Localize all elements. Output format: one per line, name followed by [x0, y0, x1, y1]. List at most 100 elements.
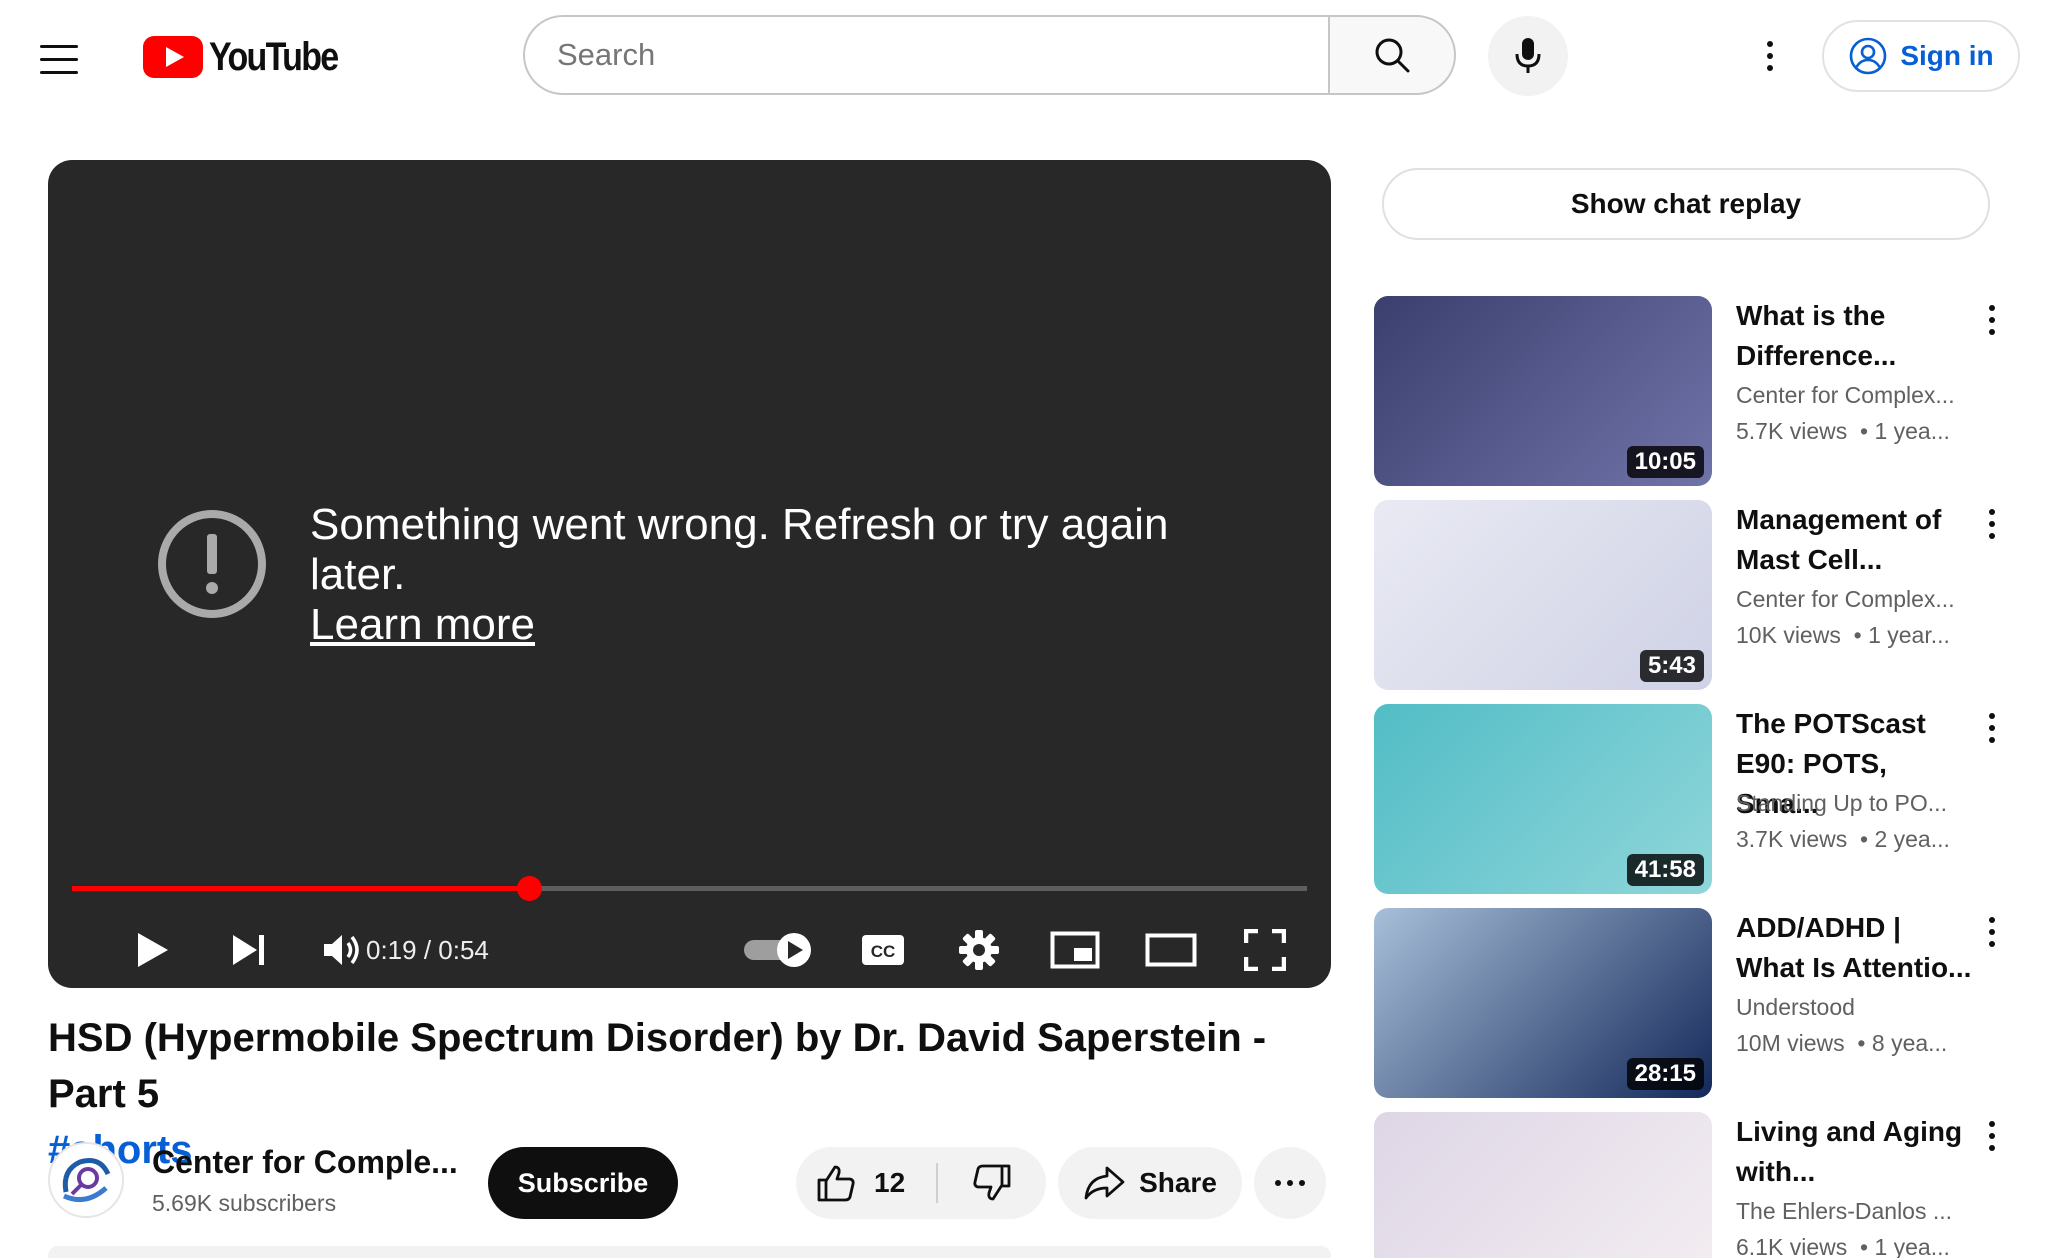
duration-badge: 5:43 — [1639, 650, 1704, 682]
captions-button[interactable]: CC — [848, 910, 918, 988]
progress-played — [72, 886, 529, 891]
time-separator: / — [416, 934, 439, 965]
recommendation-menu-button[interactable] — [1970, 1114, 2014, 1158]
recommendation-item[interactable]: 10:05 What is the Difference... Center f… — [1374, 296, 2024, 486]
owner-row: Center for Comple... 5.69K subscribers S… — [48, 1140, 1338, 1220]
progress-bar[interactable] — [72, 876, 1307, 901]
volume-icon — [324, 935, 359, 965]
recommendation-item[interactable]: 5:43 Management of Mast Cell... Center f… — [1374, 500, 2024, 690]
dislike-button[interactable] — [938, 1147, 1046, 1219]
share-label: Share — [1139, 1167, 1217, 1198]
share-button[interactable]: Share — [1058, 1147, 1242, 1219]
upload-age: 1 yea... — [1874, 1234, 1950, 1258]
upload-age: 8 yea... — [1871, 1030, 1948, 1056]
like-dislike-group: 12 — [796, 1147, 1046, 1219]
more-actions-button[interactable] — [1254, 1147, 1326, 1219]
fullscreen-icon — [1244, 929, 1286, 971]
theater-mode-button[interactable] — [1134, 910, 1208, 988]
show-chat-replay-button[interactable]: Show chat replay — [1382, 168, 1990, 240]
like-button[interactable]: 12 — [796, 1147, 936, 1219]
recommendation-title[interactable]: Living and Aging with... — [1736, 1112, 1976, 1192]
recommendation-meta: 3.7K views • 2 yea... — [1736, 826, 1950, 852]
recommendation-title[interactable]: What is the Difference... — [1736, 296, 1976, 376]
upload-age: 2 yea... — [1874, 826, 1950, 852]
recommendation-meta: 6.1K views • 1 yea... — [1736, 1234, 1950, 1258]
video-thumbnail[interactable]: 10:05 — [1374, 296, 1712, 486]
video-thumbnail[interactable]: 5:43 — [1374, 500, 1712, 690]
channel-name[interactable]: Center for Comple... — [152, 1144, 458, 1181]
progress-scrubber[interactable] — [516, 876, 542, 901]
more-vert-icon — [1989, 713, 1995, 743]
video-player[interactable]: Something went wrong. Refresh or try aga… — [48, 160, 1331, 988]
recommendation-item[interactable]: Living and Aging with... The Ehlers-Danl… — [1374, 1112, 2024, 1258]
play-icon — [138, 933, 168, 967]
duration-badge: 28:15 — [1626, 1058, 1704, 1090]
sign-in-button[interactable]: Sign in — [1822, 20, 2020, 92]
subscribe-button[interactable]: Subscribe — [488, 1147, 678, 1219]
youtube-logo[interactable]: YouTube — [143, 33, 360, 81]
recommendation-channel: Center for Complex... — [1736, 382, 1955, 408]
recommendation-title[interactable]: Management of Mast Cell... — [1736, 500, 1976, 580]
recommendation-item[interactable]: 28:15 ADD/ADHD | What Is Attentio... Und… — [1374, 908, 2024, 1098]
settings-button[interactable] — [944, 910, 1014, 988]
time-current: 0:19 — [366, 934, 417, 965]
account-icon — [1850, 37, 1887, 75]
time-display: 0:19 / 0:54 — [366, 910, 489, 988]
recommendation-menu-button[interactable] — [1970, 502, 2014, 546]
more-vert-icon — [1989, 509, 1995, 539]
video-thumbnail[interactable]: 28:15 — [1374, 908, 1712, 1098]
channel-logo-icon — [62, 1158, 111, 1203]
channel-avatar[interactable] — [48, 1142, 124, 1218]
duration-badge: 41:58 — [1626, 854, 1704, 886]
view-count: 5.7K views — [1736, 418, 1848, 444]
menu-icon[interactable] — [40, 35, 104, 83]
search-button[interactable] — [1328, 15, 1456, 95]
more-vert-icon — [1989, 917, 1995, 947]
more-vert-icon — [1989, 1121, 1995, 1151]
recommendation-item[interactable]: 41:58 The POTScast E90: POTS, Sma... Sta… — [1374, 704, 2024, 894]
search-input[interactable] — [557, 37, 1329, 73]
fullscreen-button[interactable] — [1228, 910, 1302, 988]
autoplay-toggle[interactable] — [734, 910, 824, 988]
error-icon — [158, 510, 266, 618]
video-title-text: HSD (Hypermobile Spectrum Disorder) by D… — [48, 1016, 1267, 1116]
player-controls: 0:19 / 0:54 CC — [48, 910, 1331, 988]
next-icon — [233, 935, 264, 965]
svg-text:CC: CC — [871, 942, 896, 961]
recommendation-title[interactable]: ADD/ADHD | What Is Attentio... — [1736, 908, 1976, 988]
next-button[interactable] — [214, 910, 284, 988]
view-count: 6.1K views — [1736, 1234, 1848, 1258]
more-vert-icon — [1767, 41, 1773, 71]
settings-menu-button[interactable] — [1748, 28, 1792, 84]
recommendation-meta: 10K views • 1 year... — [1736, 622, 1950, 648]
error-message: Something went wrong. Refresh or try aga… — [310, 500, 1169, 599]
miniplayer-button[interactable] — [1038, 910, 1112, 988]
more-horiz-icon — [1275, 1180, 1305, 1186]
recommendation-menu-button[interactable] — [1970, 706, 2014, 750]
autoplay-toggle-icon — [744, 933, 811, 967]
logo-text: YouTube — [209, 34, 339, 79]
subscriber-count: 5.69K subscribers — [152, 1190, 337, 1216]
recommendation-menu-button[interactable] — [1970, 298, 2014, 342]
like-count: 12 — [874, 1167, 906, 1198]
view-count: 3.7K views — [1736, 826, 1848, 852]
youtube-play-logo-icon — [143, 36, 203, 78]
voice-search-button[interactable] — [1488, 16, 1568, 96]
video-thumbnail[interactable] — [1374, 1112, 1712, 1258]
search-box — [523, 15, 1329, 95]
recommendation-channel: Understood — [1736, 994, 1855, 1020]
player-error: Something went wrong. Refresh or try aga… — [156, 500, 1236, 650]
miniplayer-icon — [1050, 931, 1100, 969]
upload-age: 1 year... — [1868, 622, 1950, 648]
time-total: 0:54 — [438, 934, 489, 965]
play-button[interactable] — [118, 910, 188, 988]
description-box[interactable] — [48, 1246, 1331, 1258]
learn-more-link[interactable]: Learn more — [310, 600, 535, 650]
duration-badge: 10:05 — [1626, 446, 1704, 478]
video-thumbnail[interactable]: 41:58 — [1374, 704, 1712, 894]
masthead: YouTube Sign in — [0, 0, 2048, 110]
sign-in-label: Sign in — [1900, 40, 1994, 71]
thumbs-down-icon — [973, 1164, 1011, 1201]
thumbs-up-icon — [817, 1165, 855, 1202]
recommendation-menu-button[interactable] — [1970, 910, 2014, 954]
